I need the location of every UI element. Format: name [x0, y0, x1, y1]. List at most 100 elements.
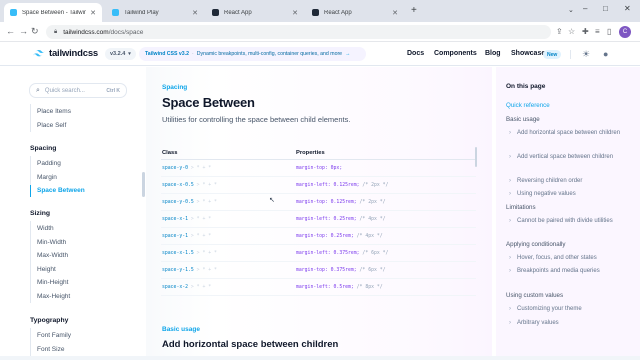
tab-title: Space Between - Tailwind CSS	[22, 9, 87, 16]
sidebar-item-margin[interactable]: Margin	[37, 174, 57, 181]
toc-item-quick-reference[interactable]: Quick reference	[506, 102, 550, 109]
toc-item-reversing[interactable]: › Reversing children order	[509, 176, 634, 186]
address-bar[interactable]: 🔒︎ tailwindcss.com/docs/space	[46, 25, 551, 39]
close-tab-icon[interactable]: ✕	[192, 9, 198, 17]
nav-blog[interactable]: Blog	[485, 50, 501, 57]
sidebar-item-max-width[interactable]: Max-Width	[37, 252, 68, 259]
toc-item-breakpoints[interactable]: › Breakpoints and media queries	[509, 266, 634, 276]
sidebar-item-font-family[interactable]: Font Family	[37, 332, 71, 339]
toc-item-arbitrary-values[interactable]: › Arbitrary values	[509, 318, 634, 328]
class-selector-suffix: > * + *	[188, 166, 212, 171]
sidebar-item-height[interactable]: Height	[37, 266, 56, 273]
browser-tab-tailwind-play[interactable]: Tailwind Play ✕	[106, 3, 204, 22]
minimize-icon[interactable]: –	[583, 4, 587, 13]
search-placeholder: Quick search...	[44, 87, 85, 94]
sidebar-item-min-width[interactable]: Min-Width	[37, 239, 66, 246]
toc-item-horizontal-space[interactable]: › Add horizontal space between children	[509, 128, 634, 138]
sun-icon[interactable]: ☀	[582, 49, 590, 59]
sidebar-item-min-height[interactable]: Min-Height	[37, 279, 68, 286]
maximize-icon[interactable]: □	[603, 4, 608, 13]
sidebar-item-font-size[interactable]: Font Size	[37, 346, 64, 353]
reload-icon[interactable]: ↻	[31, 26, 39, 36]
table-scrollbar[interactable]	[475, 147, 477, 167]
property-value: margin-left: 0.375rem;	[296, 251, 360, 256]
search-shortcut: Ctrl K	[106, 87, 120, 94]
class-name: space-x-0.5	[162, 183, 194, 188]
toc-item-limitations[interactable]: Limitations	[506, 204, 536, 211]
toc-item-custom-values[interactable]: Using custom values	[506, 292, 563, 299]
toc-item-applying-conditionally[interactable]: Applying conditionally	[506, 241, 566, 248]
close-tab-icon[interactable]: ✕	[292, 9, 298, 17]
property-comment: /* 6px */	[356, 268, 386, 273]
bookmark-star-icon[interactable]: ☆	[568, 27, 575, 37]
mouse-cursor-icon: ↖	[269, 197, 275, 204]
new-tab-button[interactable]: +	[411, 6, 417, 16]
chevron-right-icon: ›	[509, 130, 511, 136]
logo-text: tailwindcss	[49, 48, 99, 59]
sidebar-item-padding[interactable]: Padding	[37, 160, 61, 167]
browser-tab-strip: Space Between - Tailwind CSS ✕ Tailwind …	[0, 0, 640, 22]
properties-cell: margin-left: 0.5rem; /* 8px */	[296, 285, 383, 290]
property-value: margin-top: 0.125rem;	[296, 200, 357, 205]
close-window-icon[interactable]: ✕	[624, 4, 631, 13]
toc-item-hover-focus[interactable]: › Hover, focus, and other states	[509, 253, 634, 263]
page-lead: Utilities for controlling the space betw…	[162, 115, 351, 124]
properties-cell: margin-left: 0.125rem; /* 2px */	[296, 183, 388, 188]
toc-item-customizing-theme[interactable]: › Customizing your theme	[509, 304, 634, 314]
class-name: space-y-0.5	[162, 200, 194, 205]
sidebar-item-width[interactable]: Width	[37, 225, 54, 232]
browser-tab-react-app-2[interactable]: React App ✕	[306, 3, 404, 22]
toc-item-divide[interactable]: › Cannot be paired with divide utilities	[509, 216, 634, 226]
class-selector-suffix: > * + *	[188, 234, 212, 239]
toc-heading: On this page	[506, 83, 546, 90]
page-title: Space Between	[162, 95, 255, 110]
class-cell: space-x-1 > * + *	[162, 217, 211, 222]
share-icon[interactable]: ⇪	[556, 27, 563, 37]
sidebar-item-space-between[interactable]: Space Between	[37, 187, 85, 194]
sidebar-item-place-items[interactable]: Place Items	[37, 108, 71, 115]
table-row: space-y-1 > * + * margin-top: 0.25rem; /…	[161, 228, 476, 245]
announcement-pill[interactable]: Tailwind CSS v3.2 · Dynamic breakpoints,…	[139, 47, 366, 61]
sidebar-icon[interactable]: ▯	[607, 27, 611, 37]
github-icon[interactable]: ●	[603, 49, 608, 59]
toc-item-basic-usage[interactable]: Basic usage	[506, 116, 540, 123]
nav-components[interactable]: Components	[434, 50, 477, 57]
docs-sidebar: ⌕ Quick search... Ctrl K Place Items Pla…	[0, 67, 145, 356]
tab-title: React App	[224, 9, 252, 16]
table-row: space-y-1.5 > * + * margin-top: 0.375rem…	[161, 262, 476, 279]
version-dropdown[interactable]: v3.2.4 ▾	[105, 48, 136, 60]
quick-reference-table[interactable]: Class Properties space-y-0 > * + * margi…	[161, 146, 476, 304]
toc-item-label: Hover, focus, and other states	[517, 255, 597, 261]
toc-item-vertical-space[interactable]: › Add vertical space between children	[509, 152, 634, 162]
tailwind-logo[interactable]: tailwindcss	[33, 48, 98, 59]
sidebar-item-place-self[interactable]: Place Self	[37, 122, 66, 129]
tab-search-icon[interactable]: ⌄	[568, 6, 574, 14]
toc-item-label: Cannot be paired with divide utilities	[517, 218, 613, 224]
table-row: space-y-0 > * + * margin-top: 0px;	[161, 160, 476, 177]
search-input[interactable]: ⌕ Quick search... Ctrl K	[29, 83, 127, 98]
properties-cell: margin-left: 0.25rem; /* 4px */	[296, 217, 386, 222]
nav-docs[interactable]: Docs	[407, 50, 424, 57]
browser-tab-react-app-1[interactable]: React App ✕	[206, 3, 304, 22]
profile-avatar[interactable]: C	[619, 26, 631, 38]
nav-showcase[interactable]: Showcase	[511, 50, 545, 57]
reading-list-icon[interactable]: ≡	[595, 27, 600, 37]
chevron-right-icon: ›	[509, 191, 511, 197]
close-tab-icon[interactable]: ✕	[392, 9, 398, 17]
extensions-puzzle-icon[interactable]: ✚	[582, 27, 589, 37]
class-selector-suffix: > * + *	[193, 183, 217, 188]
announcement-bold: Tailwind CSS v3.2	[145, 51, 190, 57]
toc-item-label: Customizing your theme	[517, 306, 582, 312]
toc-item-negative[interactable]: › Using negative values	[509, 189, 634, 199]
browser-tab-space-between[interactable]: Space Between - Tailwind CSS ✕	[4, 3, 102, 22]
column-header-class: Class	[162, 150, 178, 156]
toc-item-label: Arbitrary values	[517, 320, 559, 326]
section-title: Add horizontal space between children	[162, 339, 339, 350]
close-tab-icon[interactable]: ✕	[90, 9, 96, 17]
property-comment: /* 8px */	[353, 285, 383, 290]
window-bottom-edge	[0, 356, 640, 360]
sidebar-scrollbar[interactable]	[142, 172, 145, 197]
sidebar-item-max-height[interactable]: Max-Height	[37, 293, 70, 300]
arrow-left-icon[interactable]: ←	[6, 26, 15, 36]
arrow-right-icon[interactable]: →	[19, 26, 28, 36]
